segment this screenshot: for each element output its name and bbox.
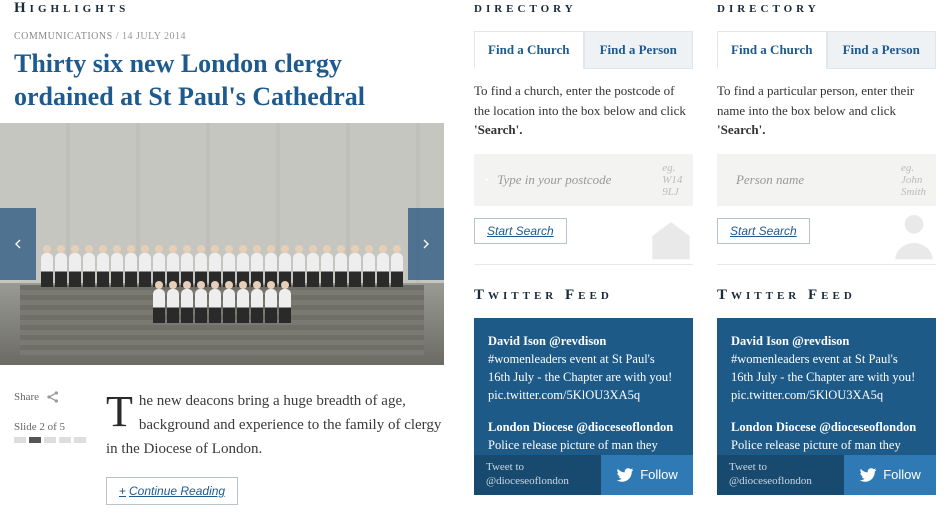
- person-icon: [727, 173, 728, 187]
- tab-find-person[interactable]: Find a Person: [827, 31, 937, 69]
- highlights-heading: Highlights: [14, 0, 446, 17]
- dropcap: T: [106, 389, 139, 430]
- share-label: Share: [14, 391, 39, 403]
- twitter-bird-icon: [859, 466, 877, 484]
- hero-image: [0, 123, 444, 365]
- article-teaser: The new deacons bring a huge breadth of …: [106, 389, 446, 461]
- start-search-button[interactable]: Start Search: [474, 218, 567, 244]
- article-title[interactable]: Thirty six new London clergy ordained at…: [14, 48, 446, 113]
- meta-sep: /: [113, 31, 122, 42]
- slide-counter: Slide 2 of 5: [14, 421, 106, 433]
- teaser-text: he new deacons bring a huge breadth of a…: [106, 393, 441, 457]
- tweet-to-button[interactable]: Tweet to @dioceseoflondon: [474, 455, 601, 495]
- continue-label: Continue Reading: [129, 484, 225, 498]
- follow-button[interactable]: Follow: [844, 455, 936, 495]
- follow-label: Follow: [640, 467, 678, 482]
- input-hint: eg. W14 9LJ: [662, 162, 683, 198]
- tab-find-person[interactable]: Find a Person: [584, 31, 694, 69]
- tweet-body: #womenleaders event at St Paul's 16th Ju…: [488, 352, 672, 402]
- twitter-feed: David Ison @revdison #womenleaders event…: [474, 318, 693, 495]
- twitter-heading: Twitter Feed: [474, 287, 693, 304]
- tab-find-church[interactable]: Find a Church: [474, 31, 584, 69]
- continue-reading-button[interactable]: +Continue Reading: [106, 477, 238, 505]
- twitter-bird-icon: [616, 466, 634, 484]
- meta-category: COMMUNICATIONS: [14, 31, 113, 42]
- person-name-input[interactable]: [736, 172, 893, 188]
- directory-heading: directory: [717, 0, 936, 17]
- directory-instructions: To find a particular person, enter their…: [717, 81, 936, 140]
- church-icon: [643, 208, 699, 264]
- twitter-feed: David Ison @revdison #womenleaders event…: [717, 318, 936, 495]
- tweet-item[interactable]: David Ison @revdison #womenleaders event…: [488, 332, 679, 405]
- follow-label: Follow: [883, 467, 921, 482]
- tab-find-church[interactable]: Find a Church: [717, 31, 827, 69]
- meta-date: 14 JULY 2014: [122, 31, 186, 42]
- twitter-heading: Twitter Feed: [717, 287, 936, 304]
- start-search-button[interactable]: Start Search: [717, 218, 810, 244]
- search-row: eg. John Smith: [717, 154, 936, 206]
- follow-button[interactable]: Follow: [601, 455, 693, 495]
- article-meta: COMMUNICATIONS / 14 JULY 2014: [14, 31, 446, 42]
- map-pin-icon: [484, 173, 489, 187]
- carousel-next-button[interactable]: [408, 208, 444, 280]
- crowd-illustration: [40, 213, 404, 323]
- person-watermark-icon: [886, 208, 942, 264]
- chevron-left-icon: [10, 230, 26, 258]
- tweet-body: #womenleaders event at St Paul's 16th Ju…: [731, 352, 915, 402]
- tweet-item[interactable]: David Ison @revdison #womenleaders event…: [731, 332, 922, 405]
- postcode-input[interactable]: [497, 172, 654, 188]
- directory-tabs: Find a Church Find a Person: [717, 31, 936, 69]
- directory-instructions: To find a church, enter the postcode of …: [474, 81, 693, 140]
- input-hint: eg. John Smith: [901, 162, 926, 198]
- share-button[interactable]: Share: [14, 389, 106, 405]
- slide-dots[interactable]: [14, 437, 106, 443]
- plus-icon: +: [119, 484, 126, 498]
- carousel-prev-button[interactable]: [0, 208, 36, 280]
- share-icon: [45, 389, 61, 405]
- search-row: eg. W14 9LJ: [474, 154, 693, 206]
- tweet-to-button[interactable]: Tweet to @dioceseoflondon: [717, 455, 844, 495]
- directory-tabs: Find a Church Find a Person: [474, 31, 693, 69]
- directory-heading: directory: [474, 0, 693, 17]
- chevron-right-icon: [418, 230, 434, 258]
